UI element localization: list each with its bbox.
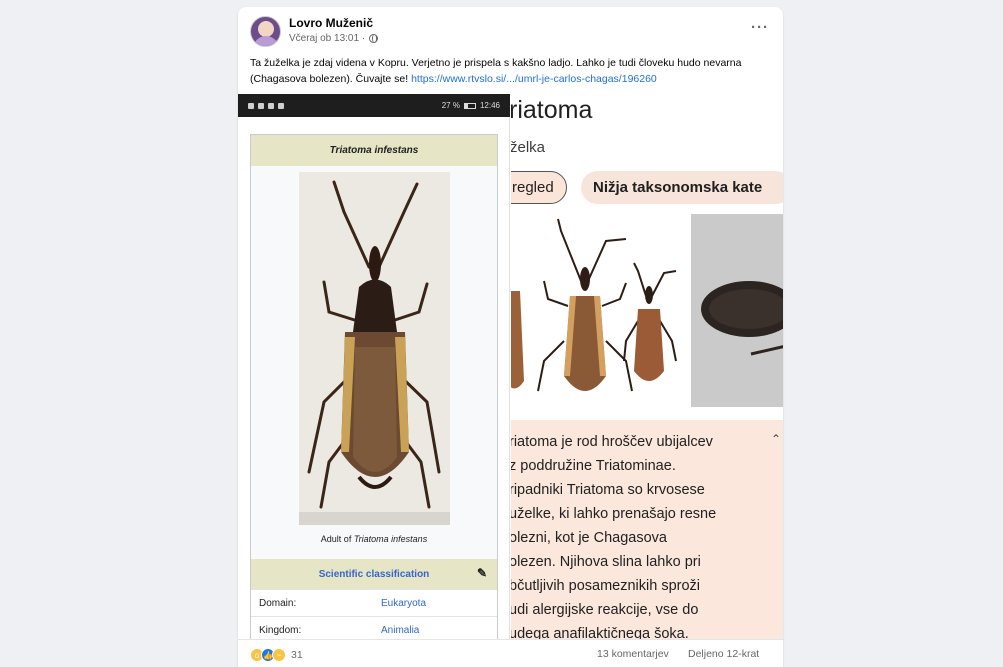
description-line: olezni, kot je Chagasova (511, 530, 667, 546)
description-line: ripadniki Triatoma so krvosese (511, 482, 705, 498)
photo-caption: Adult of Triatoma infestans (320, 534, 428, 544)
author-name[interactable]: Lovro Muženič (289, 16, 373, 30)
wikipedia-screenshot: 27 % 12:46 Triatoma infestans Adult of T… (238, 94, 510, 639)
wifi-icon (268, 102, 274, 109)
sad-reaction-icon: ~ (272, 648, 286, 662)
status-icons (248, 102, 284, 109)
description-line: udi alergijske reakcije, vse do (511, 602, 699, 618)
panel-subtitle: želka (511, 139, 546, 156)
post-image[interactable]: 27 % 12:46 Triatoma infestans Adult of T… (238, 94, 783, 639)
phone-status-bar: 27 % 12:46 (238, 94, 510, 117)
kingdom-link[interactable]: Animalia (381, 625, 419, 636)
bug-photo (299, 172, 450, 525)
description-line: z poddružine Triatominae. (511, 458, 676, 474)
description-line: olezen. Njihova slina lahko pri (511, 554, 701, 570)
taxobox-title: Triatoma infestans (251, 135, 497, 166)
signal-icon (258, 102, 264, 109)
edit-pencil-icon[interactable]: ✎ (477, 566, 487, 580)
facebook-post: Lovro Muženič Včeraj ob 13:01 · ··· Ta ž… (238, 7, 783, 667)
post-footer: o 👍 ~ 31 13 komentarjev Deljeno 12-krat (238, 639, 783, 667)
taxobox-row-domain: Domain: Eukaryota (251, 589, 497, 616)
bug-image-strip[interactable] (511, 211, 688, 407)
description-line: riatoma je rod hroščev ubijalcev (511, 434, 713, 450)
battery-percent: 27 % (441, 101, 460, 110)
phone-clock: 12:46 (479, 101, 500, 110)
notification-icon (278, 102, 284, 109)
reactions-summary[interactable]: o 👍 ~ 31 (250, 648, 303, 662)
domain-link[interactable]: Eukaryota (381, 598, 426, 609)
post-timestamp[interactable]: Včeraj ob 13:01 · (289, 33, 365, 44)
taxobox: Triatoma infestans Adult of Triatoma inf… (250, 134, 498, 639)
more-options-button[interactable]: ··· (751, 19, 769, 36)
description-panel: ⌃ riatoma je rod hroščev ubijalcev z pod… (511, 420, 783, 639)
reaction-count: 31 (291, 649, 303, 661)
panel-title: riatoma (511, 96, 593, 124)
knowledge-panel-screenshot: riatoma želka regled Nižja taksonomska k… (511, 94, 783, 639)
post-text: Ta žuželka je zdaj videna v Kopru. Verje… (250, 55, 775, 87)
taxobox-row-kingdom: Kingdom: Animalia (251, 616, 497, 639)
signal-icon (248, 102, 254, 109)
description-line: bčutljivih posameznikih sproži (511, 578, 700, 594)
tab-overview[interactable]: regled (511, 171, 567, 204)
post-link[interactable]: https://www.rtvslo.si/.../umrl-je-carlos… (411, 73, 657, 85)
description-line: udega anafilaktičnega šoka. (511, 626, 689, 639)
shares-count-link[interactable]: Deljeno 12-krat (688, 648, 759, 660)
description-line: uželke, ki lahko prenašajo resne (511, 506, 717, 522)
post-meta: Včeraj ob 13:01 · (289, 33, 379, 44)
bug-closeup-image[interactable] (691, 214, 783, 407)
scientific-classification-header[interactable]: Scientific classification ✎ (251, 559, 497, 589)
tab-lower-taxa[interactable]: Nižja taksonomska kate (581, 171, 783, 204)
author-avatar[interactable] (250, 16, 281, 47)
battery-icon (463, 102, 476, 109)
comments-count-link[interactable]: 13 komentarjev (597, 648, 669, 660)
globe-icon (369, 34, 379, 43)
